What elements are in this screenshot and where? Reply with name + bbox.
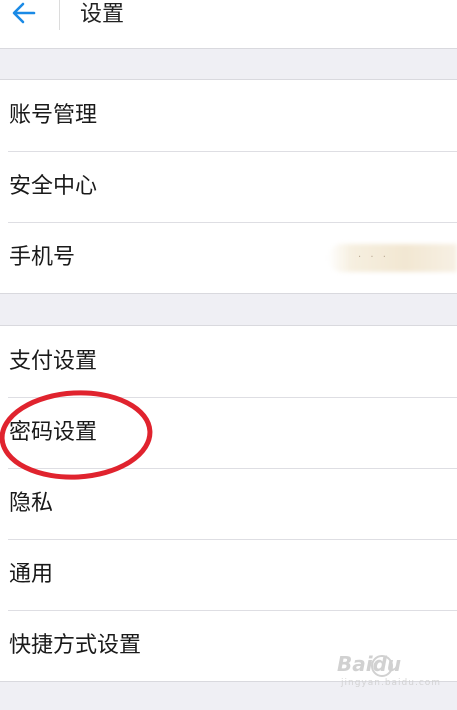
account-section: 账号管理 安全中心 手机号 · · · bbox=[0, 79, 457, 294]
general-section: 支付设置 密码设置 隐私 通用 快捷方式设置 bbox=[0, 325, 457, 682]
settings-item-general[interactable]: 通用 bbox=[0, 539, 457, 610]
page-title: 设置 bbox=[80, 2, 125, 27]
settings-item-label: 密码设置 bbox=[9, 420, 98, 445]
settings-item-password[interactable]: 密码设置 bbox=[0, 397, 457, 468]
settings-item-label: 手机号 bbox=[9, 245, 76, 270]
baidu-watermark: Baidu jingyan.baidu.com bbox=[337, 652, 440, 692]
back-button[interactable] bbox=[0, 0, 50, 32]
settings-item-privacy[interactable]: 隐私 bbox=[0, 468, 457, 539]
settings-item-label: 安全中心 bbox=[9, 174, 98, 199]
settings-item-label: 隐私 bbox=[9, 491, 54, 516]
settings-item-label: 账号管理 bbox=[9, 103, 98, 128]
settings-item-payment[interactable]: 支付设置 bbox=[0, 326, 457, 397]
watermark-url: jingyan.baidu.com bbox=[341, 678, 442, 688]
settings-item-phone-number[interactable]: 手机号 · · · bbox=[0, 222, 457, 293]
settings-item-security-center[interactable]: 安全中心 bbox=[0, 151, 457, 222]
settings-item-label: 通用 bbox=[9, 562, 54, 587]
settings-item-label: 快捷方式设置 bbox=[9, 633, 142, 658]
settings-item-account-management[interactable]: 账号管理 bbox=[0, 80, 457, 151]
arrow-left-icon bbox=[12, 2, 36, 24]
navigation-bar: 设置 bbox=[0, 0, 457, 49]
nav-divider bbox=[59, 0, 60, 30]
redaction-dots: · · · bbox=[358, 252, 389, 263]
settings-item-label: 支付设置 bbox=[9, 349, 98, 374]
paw-icon bbox=[371, 655, 393, 677]
redacted-phone-value bbox=[328, 244, 457, 272]
